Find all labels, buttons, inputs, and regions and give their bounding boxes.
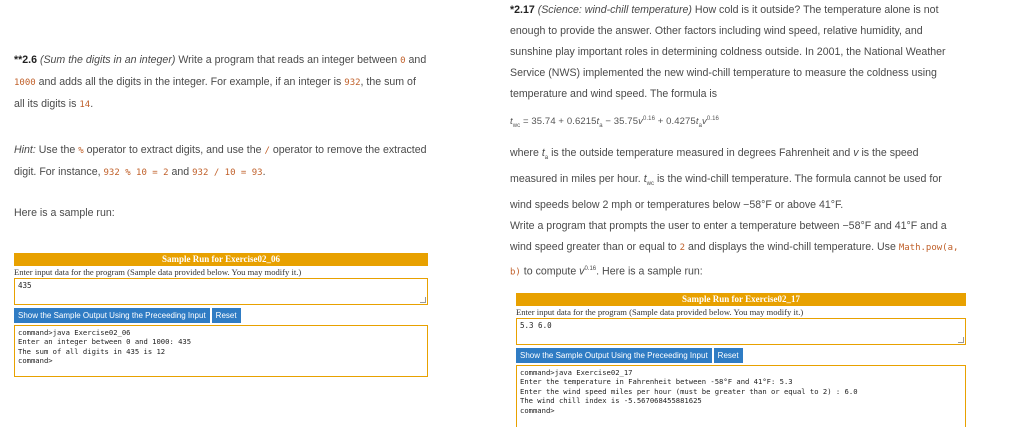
input-prompt: Enter input data for the program (Sample… [14,267,302,277]
sample-run-header: Sample Run for Exercise02_17 [516,293,966,306]
code: 932 % 10 = 2 [103,168,169,178]
sample-output-area: command>java Exercise02_17 Enter the tem… [516,365,966,427]
text: . [90,98,94,110]
hint-paragraph: Hint: Use the % operator to extract digi… [14,140,428,184]
resize-handle-icon[interactable] [420,297,426,303]
formula-part: 0.16 [642,116,656,122]
text: How cold is it outside? The temperature … [510,4,946,100]
text: Write a program that reads an integer be… [178,54,398,66]
text: Use the [38,144,76,156]
exercise-2-6-description: **2.6 (Sum the digits in an integer) Wri… [14,50,428,116]
text: where [510,147,539,159]
code: 932 / 10 = 93 [192,168,263,178]
text: 0.16 [584,266,597,272]
text: and [408,54,427,66]
wind-chill-formula: twc = 35.74 + 0.6215ta − 35.75v0.16 + 0.… [510,116,719,129]
formula-explanation: where ta is the outside temperature meas… [510,143,966,216]
output-line: command> [520,405,555,415]
input-prompt: Enter input data for the program (Sample… [516,307,804,317]
text: v [853,147,859,159]
sample-run-intro: Here is a sample run: [14,207,115,219]
text: and adds all the digits in the integer. … [38,76,342,88]
output-line: Enter the wind speed miles per hour (mus… [520,386,858,396]
exercise-2-17-description: *2.17 (Science: wind-chill temperature) … [510,0,966,105]
output-line: Enter an integer between 0 and 1000: 435 [18,337,192,347]
code: 2 [679,243,686,253]
formula-part: + 0.4275 [655,116,696,128]
text: and displays the wind-chill temperature.… [688,241,896,253]
button-row: Show the Sample Output Using the Preceed… [14,308,428,323]
text: is the outside temperature measured in d… [551,147,851,159]
show-output-button[interactable]: Show the Sample Output Using the Preceed… [14,308,210,323]
task-paragraph: Write a program that prompts the user to… [510,216,966,284]
output-line: The wind chill index is -5.5670684558816… [520,396,702,406]
output-line: Enter the temperature in Fahrenheit betw… [520,377,793,387]
hint-label: Hint: [14,144,36,156]
exercise-title: (Sum the digits in an integer) [39,54,176,66]
sample-output-area: command>java Exercise02_06 Enter an inte… [14,325,428,377]
text: wc [646,181,654,188]
output-line: command>java Exercise02_06 [18,328,131,337]
code: % [78,146,84,156]
text: to compute [523,265,577,278]
text: . [262,166,266,178]
code: 14 [79,100,91,110]
code: 0 [400,56,406,66]
code: 1000 [14,78,36,88]
show-output-button[interactable]: Show the Sample Output Using the Preceed… [516,348,712,363]
sample-input-field[interactable]: 5.3 6.0 [516,318,966,345]
sample-run-header: Sample Run for Exercise02_06 [14,253,428,266]
sample-run-panel: Sample Run for Exercise02_06 Enter input… [14,253,428,377]
output-line: command>java Exercise02_17 [520,368,633,377]
formula-part: 0.16 [706,116,719,122]
exercise-number: *2.17 [510,4,535,16]
text: operator to extract digits, and use the [86,144,262,156]
code: 932 [344,78,361,88]
reset-button[interactable]: Reset [713,348,743,363]
text: and [171,166,190,178]
exercise-number: **2.6 [14,54,37,66]
input-value: 5.3 6.0 [520,321,552,330]
sample-run-panel: Sample Run for Exercise02_17 Enter input… [516,293,966,427]
formula-part: = 35.74 + 0.6215 [520,116,597,128]
button-row: Show the Sample Output Using the Preceed… [516,348,966,363]
output-line: command> [18,356,53,366]
input-value: 435 [18,281,32,290]
code: / [264,146,270,156]
resize-handle-icon[interactable] [958,337,964,343]
exercise-title: (Science: wind-chill temperature) [537,4,692,16]
formula-part: − 35.75 [602,116,639,128]
text: a [544,155,549,162]
text: . Here is a sample run: [596,265,703,278]
output-line: The sum of all digits in 435 is 12 [18,346,166,356]
sample-input-field[interactable]: 435 [14,278,428,305]
reset-button[interactable]: Reset [211,308,241,323]
